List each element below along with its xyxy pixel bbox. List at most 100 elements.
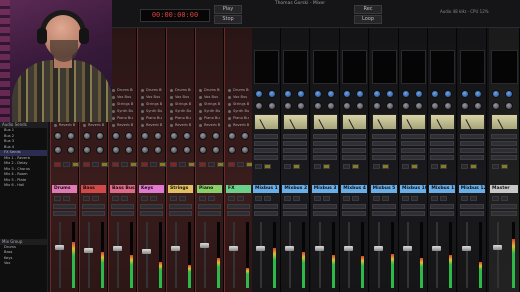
volume-fader[interactable] [461,246,471,252]
width-knob[interactable] [297,102,306,110]
record-arm-button[interactable] [228,162,235,167]
solo-button[interactable] [440,164,448,169]
eq-knob[interactable] [170,146,178,154]
width-knob[interactable] [415,102,423,110]
io-slot[interactable] [111,204,134,209]
gain-knob[interactable] [444,90,453,98]
monitor-button[interactable] [237,196,244,201]
monitor-button[interactable] [150,196,157,201]
insert-slot[interactable] [312,134,337,139]
io-slot[interactable] [491,204,517,209]
play-button[interactable]: Play [214,5,242,14]
eq-knob[interactable] [199,146,207,154]
gain-knob[interactable] [67,132,75,140]
record-arm-button[interactable] [199,162,206,167]
channel-name[interactable]: Mixbus 10 [400,185,426,193]
send-slot[interactable]: Vox Bus [141,95,162,100]
monitor-button[interactable] [63,196,70,201]
eq-knob[interactable] [83,146,91,154]
solo-button[interactable] [159,162,166,167]
insert-slot[interactable] [459,155,484,160]
mute-button[interactable] [255,164,262,169]
pan-knob[interactable] [460,102,469,110]
mute-button[interactable] [343,164,351,169]
width-knob[interactable] [326,102,335,110]
send-slot[interactable]: Piano Bus [228,116,249,121]
gain-knob[interactable] [96,132,104,140]
monitor-button[interactable] [92,196,99,201]
volume-fader[interactable] [493,245,502,251]
io-slot[interactable] [227,211,250,216]
insert-slot[interactable] [312,148,337,153]
automation-button[interactable] [83,196,90,201]
io-slot[interactable] [254,211,278,216]
automation-button[interactable] [141,196,148,201]
mute-button[interactable] [92,162,99,167]
send-slot[interactable]: Synth Bus [141,109,162,114]
gain-knob[interactable] [473,90,482,98]
io-slot[interactable] [283,204,308,209]
mute-button[interactable] [121,162,128,167]
monitor-button[interactable] [352,196,360,201]
insert-slot[interactable] [430,148,455,153]
eq-knob[interactable] [431,90,440,98]
mute-button[interactable] [208,162,215,167]
pan-knob[interactable] [170,132,178,140]
record-arm-button[interactable] [141,162,148,167]
send-slot[interactable]: Strings Bus [112,102,133,107]
mute-button[interactable] [284,164,292,169]
insert-slot[interactable] [342,141,367,146]
insert-slot[interactable] [430,134,455,139]
pan-knob[interactable] [112,132,120,140]
pan-knob[interactable] [372,102,381,110]
io-slot[interactable] [312,211,337,216]
gain-knob[interactable] [385,90,394,98]
io-slot[interactable] [430,211,455,216]
io-slot[interactable] [140,211,163,216]
solo-button[interactable] [469,164,477,169]
channel-name[interactable]: Mixbus 4 [341,185,368,193]
channel-name[interactable]: Mixbus 12 [458,185,485,193]
send-slot[interactable]: Vox Bus [112,95,133,100]
eq-knob[interactable] [343,90,352,98]
insert-slot[interactable] [371,141,396,146]
mute-button[interactable] [179,162,186,167]
monitor-button[interactable] [381,196,389,201]
insert-slot[interactable] [371,148,396,153]
gain-knob[interactable] [268,90,276,98]
record-arm-button[interactable] [83,162,90,167]
io-slot[interactable] [491,211,517,216]
mute-button[interactable] [63,162,70,167]
solo-button[interactable] [381,164,389,169]
volume-fader[interactable] [55,245,64,251]
insert-slot[interactable] [312,155,337,160]
io-slot[interactable] [371,211,396,216]
send-slot[interactable]: Piano Bus [141,116,162,121]
mix-group-item[interactable]: Vox [0,261,47,267]
io-slot[interactable] [401,211,425,216]
insert-slot[interactable] [342,155,367,160]
loop-button[interactable]: Loop [354,15,382,24]
send-slot[interactable]: Strings Bus [228,102,249,107]
insert-slot[interactable] [254,134,278,139]
io-slot[interactable] [82,204,105,209]
pan-knob[interactable] [54,132,62,140]
channel-name[interactable]: Drums [52,185,77,193]
gain-knob[interactable] [154,132,162,140]
insert-slot[interactable] [491,155,517,160]
solo-button[interactable] [411,164,418,169]
trim-knob[interactable] [212,146,220,154]
monitor-button[interactable] [322,196,330,201]
gain-knob[interactable] [212,132,220,140]
insert-slot[interactable] [342,134,367,139]
send-slot[interactable]: Synth Bus [170,109,191,114]
trim-knob[interactable] [241,146,249,154]
automation-button[interactable] [343,196,351,201]
monitor-button[interactable] [264,196,271,201]
automation-button[interactable] [372,196,380,201]
trim-knob[interactable] [183,146,191,154]
insert-slot[interactable] [459,134,484,139]
eq-knob[interactable] [372,90,381,98]
monitor-button[interactable] [121,196,128,201]
mute-button[interactable] [431,164,439,169]
